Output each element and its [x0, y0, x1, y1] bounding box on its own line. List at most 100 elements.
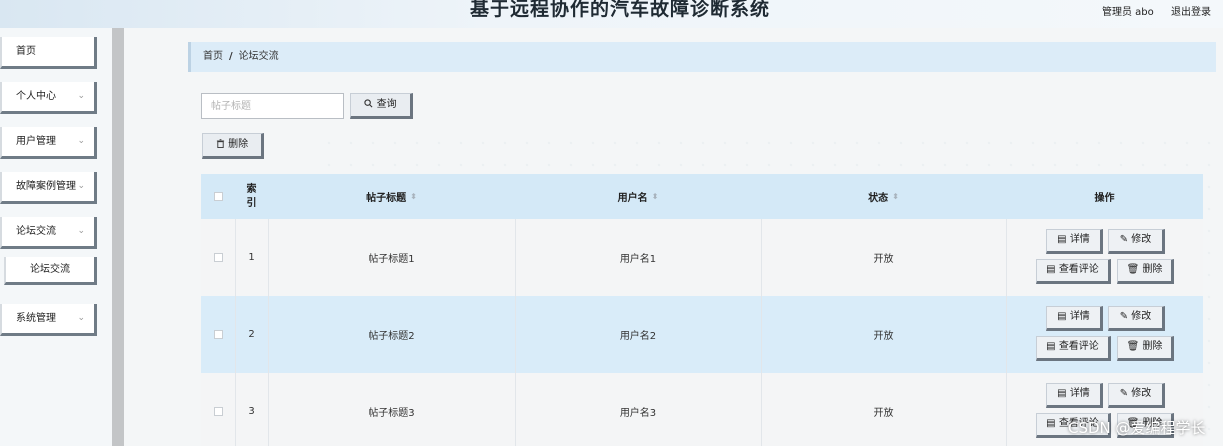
- sidebar-item-label: 用户管理: [16, 136, 56, 147]
- sidebar-item-personal-center[interactable]: 个人中心 ⌄: [0, 82, 97, 114]
- table-row: 1 帖子标题1 用户名1 开放 ▤ 详情 ✎ 修改 ▤ 查看评论 🗑 删除: [201, 219, 1203, 296]
- sidebar-item-forum[interactable]: 论坛交流 ⌄: [0, 217, 97, 249]
- select-all-checkbox[interactable]: [213, 192, 223, 201]
- header-post-title[interactable]: 帖子标题 ⬍: [268, 174, 515, 219]
- trash-icon: 🗑: [1126, 264, 1143, 275]
- column-divider: [1006, 219, 1007, 446]
- row-delete-button[interactable]: 🗑 删除: [1117, 259, 1174, 284]
- app-title: 基于远程协作的汽车故障诊断系统: [470, 0, 771, 20]
- chevron-down-icon: ⌄: [77, 226, 85, 236]
- edit-button[interactable]: ✎ 修改: [1108, 383, 1165, 408]
- header-index-label-2: 引: [246, 197, 257, 209]
- row-checkbox-cell: [201, 296, 235, 373]
- column-divider: [268, 219, 269, 446]
- view-comments-label: 查看评论: [1058, 341, 1099, 352]
- header-actions-label: 操作: [1094, 193, 1115, 204]
- row-username: 用户名1: [619, 254, 657, 265]
- edit-label: 修改: [1131, 388, 1152, 399]
- detail-label: 详情: [1069, 234, 1090, 245]
- sidebar-item-label: 故障案例管理: [16, 181, 76, 192]
- doc-icon: ▤: [1046, 418, 1059, 429]
- row-username: 用户名3: [619, 408, 657, 419]
- chevron-down-icon: ⌄: [77, 181, 85, 191]
- search-icon: [364, 99, 373, 108]
- row-checkbox-cell: [201, 373, 235, 446]
- select-all-cell: [201, 174, 235, 219]
- chevron-down-icon: ⌄: [77, 136, 85, 146]
- sidebar-item-system-management[interactable]: 系统管理 ⌄: [0, 304, 97, 336]
- pencil-icon: ✎: [1119, 388, 1132, 399]
- header-actions: 操作: [1006, 174, 1203, 219]
- chevron-down-icon: ⌄: [77, 91, 85, 101]
- sidebar-item-user-management[interactable]: 用户管理 ⌄: [0, 127, 97, 159]
- row-delete-label: 删除: [1142, 264, 1163, 275]
- sort-icon: ⬍: [651, 192, 659, 201]
- sort-icon: ⬍: [410, 192, 417, 201]
- edit-label: 修改: [1131, 234, 1152, 245]
- search-button[interactable]: 查询: [350, 93, 413, 119]
- doc-icon: ▤: [1046, 341, 1059, 352]
- edit-button[interactable]: ✎ 修改: [1108, 306, 1165, 331]
- detail-button[interactable]: ▤ 详情: [1046, 229, 1103, 254]
- column-divider: [235, 219, 236, 446]
- post-title-search-input[interactable]: [201, 93, 344, 119]
- row-checkbox[interactable]: [213, 330, 223, 339]
- trash-icon: [216, 139, 225, 148]
- view-comments-label: 查看评论: [1058, 264, 1099, 275]
- view-comments-button[interactable]: ▤ 查看评论: [1036, 336, 1111, 361]
- sidebar-item-label: 首页: [16, 46, 36, 57]
- doc-icon: ▤: [1057, 311, 1070, 322]
- batch-delete-button[interactable]: 删除: [202, 133, 264, 159]
- sidebar-scrollbar[interactable]: [112, 28, 124, 446]
- chevron-down-icon: ⌄: [77, 313, 85, 323]
- row-delete-button[interactable]: 🗑 删除: [1117, 336, 1174, 361]
- header-status-label: 状态: [868, 193, 889, 204]
- row-index: 3: [248, 406, 255, 417]
- search-button-label: 查询: [376, 99, 397, 110]
- table-row: 2 帖子标题2 用户名2 开放 ▤ 详情 ✎ 修改 ▤ 查看评论 🗑 删除: [201, 296, 1203, 373]
- doc-icon: ▤: [1057, 388, 1070, 399]
- header-username-label: 用户名: [617, 193, 648, 204]
- detail-button[interactable]: ▤ 详情: [1046, 306, 1103, 331]
- row-checkbox-cell: [201, 219, 235, 296]
- row-post-title: 帖子标题1: [368, 254, 415, 265]
- sidebar-item-label: 论坛交流: [16, 226, 56, 237]
- row-checkbox[interactable]: [213, 407, 223, 416]
- header-index-label-1: 索: [246, 183, 257, 195]
- sidebar: 首页 个人中心 ⌄ 用户管理 ⌄ 故障案例管理 ⌄ 论坛交流 ⌄ 论坛交流 系统…: [0, 28, 112, 446]
- pencil-icon: ✎: [1119, 311, 1132, 322]
- header-status[interactable]: 状态 ⬍: [761, 174, 1006, 219]
- breadcrumb-current: 论坛交流: [238, 51, 279, 62]
- header-index: 索引: [235, 174, 268, 219]
- forum-table: 索引 帖子标题 ⬍ 用户名 ⬍ 状态 ⬍ 操作 1 帖子标题1 用户名1 开放 ▤ 详…: [201, 174, 1203, 446]
- sidebar-item-label: 个人中心: [16, 91, 56, 102]
- detail-label: 详情: [1069, 388, 1090, 399]
- header-post-title-label: 帖子标题: [366, 193, 407, 204]
- row-index: 2: [248, 329, 255, 340]
- detail-label: 详情: [1069, 311, 1090, 322]
- sidebar-item-fault-case-management[interactable]: 故障案例管理 ⌄: [0, 172, 97, 204]
- doc-icon: ▤: [1057, 234, 1070, 245]
- view-comments-button[interactable]: ▤ 查看评论: [1036, 259, 1111, 284]
- row-checkbox[interactable]: [213, 253, 223, 262]
- batch-delete-label: 删除: [228, 139, 249, 150]
- row-username: 用户名2: [619, 331, 657, 342]
- row-delete-label: 删除: [1142, 341, 1163, 352]
- row-status: 开放: [873, 331, 894, 342]
- edit-button[interactable]: ✎ 修改: [1108, 229, 1165, 254]
- breadcrumb-home[interactable]: 首页: [203, 51, 223, 62]
- row-status: 开放: [873, 254, 894, 265]
- edit-label: 修改: [1131, 311, 1152, 322]
- logout-link[interactable]: 退出登录: [1171, 3, 1211, 18]
- pencil-icon: ✎: [1119, 234, 1132, 245]
- sort-icon: ⬍: [892, 192, 899, 201]
- sidebar-subitem-forum[interactable]: 论坛交流: [4, 257, 97, 285]
- column-divider: [515, 219, 516, 446]
- sidebar-item-home[interactable]: 首页: [0, 37, 97, 69]
- column-divider: [761, 219, 762, 446]
- doc-icon: ▤: [1046, 264, 1059, 275]
- header-username[interactable]: 用户名 ⬍: [515, 174, 761, 219]
- row-post-title: 帖子标题3: [368, 408, 415, 419]
- detail-button[interactable]: ▤ 详情: [1046, 383, 1103, 408]
- trash-icon: 🗑: [1126, 341, 1143, 352]
